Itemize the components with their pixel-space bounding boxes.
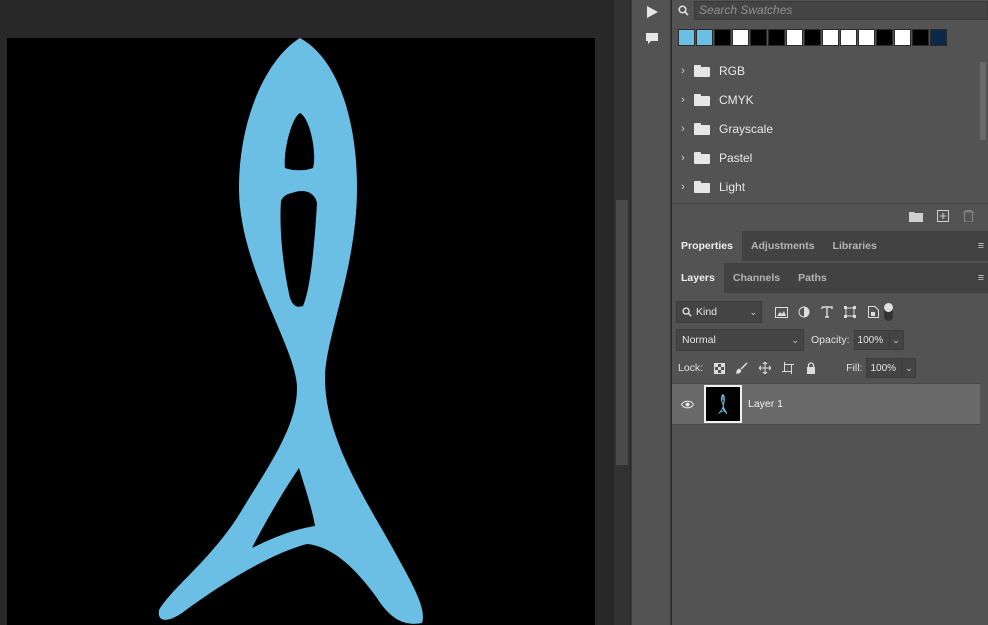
chevron-right-icon[interactable]: ›: [672, 152, 694, 164]
panel-menu-icon[interactable]: ≡: [974, 263, 988, 293]
new-swatch-icon[interactable]: [937, 209, 949, 227]
layer-row[interactable]: Layer 1: [672, 383, 980, 425]
lock-position-move-icon[interactable]: [758, 361, 772, 375]
search-swatches-input[interactable]: Search Swatches: [694, 0, 988, 20]
lock-label: Lock:: [678, 362, 704, 374]
swatch-color[interactable]: [894, 29, 911, 46]
filter-kind-dropdown[interactable]: Kind ⌄: [676, 301, 762, 323]
chevron-right-icon[interactable]: ›: [672, 65, 694, 77]
swatch-color[interactable]: [858, 29, 875, 46]
lock-fill-row: Lock: Fill: 100% ⌄: [672, 354, 988, 382]
blend-mode-label: Normal: [682, 334, 716, 346]
swatch-color[interactable]: [714, 29, 731, 46]
chevron-down-icon: ⌄: [791, 335, 799, 345]
swatch-group-label: Grayscale: [719, 121, 774, 136]
swatch-group-label: Pastel: [719, 150, 753, 165]
layers-tab-bar: Layers Channels Paths ≡: [672, 263, 988, 293]
swatch-color[interactable]: [732, 29, 749, 46]
shape-layer-filter-icon[interactable]: [843, 305, 857, 319]
adjustment-layer-filter-icon[interactable]: [797, 305, 811, 319]
chevron-right-icon[interactable]: ›: [672, 181, 694, 193]
panel-menu-icon[interactable]: ≡: [974, 231, 988, 261]
swatch-color[interactable]: [930, 29, 947, 46]
layer-name[interactable]: Layer 1: [748, 398, 783, 410]
opacity-slider-toggle[interactable]: ⌄: [889, 330, 904, 350]
fill-label: Fill:: [846, 362, 863, 374]
fill-slider-toggle[interactable]: ⌄: [902, 358, 917, 378]
blend-opacity-row: Normal ⌄ Opacity: 100% ⌄: [672, 326, 988, 354]
prevent-artboard-nesting-icon[interactable]: [781, 361, 795, 375]
smart-object-filter-icon[interactable]: [866, 305, 880, 319]
photoshop-window: Search Swatches › RGB › CMYK › Grayscale › Past…: [0, 0, 988, 625]
comment-icon[interactable]: [642, 28, 662, 48]
pixel-layer-filter-icon[interactable]: [774, 305, 788, 319]
swatch-groups-list: › RGB › CMYK › Grayscale › Pastel › Light: [672, 56, 980, 201]
eye-visibility-icon[interactable]: [672, 400, 702, 409]
filter-kind-label: Kind: [696, 306, 718, 318]
scrollbar-thumb[interactable]: [616, 200, 628, 465]
opacity-label: Opacity:: [811, 334, 850, 346]
play-actions-icon[interactable]: [642, 2, 662, 22]
swatch-color[interactable]: [696, 29, 713, 46]
search-icon: [672, 0, 694, 20]
lock-all-icon[interactable]: [804, 361, 818, 375]
swatch-group[interactable]: › Grayscale: [672, 114, 980, 143]
document-area: [0, 0, 614, 625]
swatch-group-label: RGB: [719, 63, 746, 78]
swatch-group[interactable]: › Pastel: [672, 143, 980, 172]
tab-paths[interactable]: Paths: [789, 263, 836, 293]
swatch-color[interactable]: [840, 29, 857, 46]
layer-thumbnail: [704, 385, 742, 423]
chevron-right-icon[interactable]: ›: [672, 123, 694, 135]
swatch-group-label: Light: [719, 179, 746, 194]
swatch-color[interactable]: [912, 29, 929, 46]
swatch-color[interactable]: [768, 29, 785, 46]
fill-input[interactable]: 100%: [866, 358, 903, 378]
swatch-group[interactable]: › RGB: [672, 56, 980, 85]
folder-icon: [694, 151, 710, 164]
tab-properties[interactable]: Properties: [672, 231, 742, 261]
swatches-scrollbar[interactable]: [980, 62, 986, 140]
swatch-color[interactable]: [876, 29, 893, 46]
swatch-group-label: CMYK: [719, 92, 754, 107]
properties-tab-bar: Properties Adjustments Libraries ≡: [672, 231, 988, 261]
right-panels: Search Swatches › RGB › CMYK › Grayscale › Past…: [672, 0, 988, 625]
folder-icon: [694, 64, 710, 77]
new-group-folder-icon[interactable]: [909, 209, 923, 227]
lock-transparent-pixels-icon[interactable]: [712, 361, 726, 375]
collapsed-panel-strip: [631, 0, 671, 625]
chevron-down-icon: ⌄: [749, 307, 757, 317]
search-icon: [682, 307, 692, 317]
recent-swatches: [678, 29, 947, 46]
fish-shape-artwork: [158, 38, 423, 624]
layer-filter-row: Kind ⌄: [672, 298, 988, 326]
swatch-color[interactable]: [678, 29, 695, 46]
blend-mode-dropdown[interactable]: Normal ⌄: [676, 329, 804, 351]
tab-layers[interactable]: Layers: [672, 263, 724, 293]
swatch-group[interactable]: › Light: [672, 172, 980, 201]
swatches-footer: [672, 203, 988, 231]
swatch-color[interactable]: [750, 29, 767, 46]
folder-icon: [694, 93, 710, 106]
opacity-input[interactable]: 100%: [853, 330, 890, 350]
folder-icon: [694, 122, 710, 135]
tab-adjustments[interactable]: Adjustments: [742, 231, 824, 261]
folder-icon: [694, 180, 710, 193]
type-layer-filter-icon[interactable]: [820, 305, 834, 319]
lock-image-pixels-brush-icon[interactable]: [735, 361, 749, 375]
swatch-color[interactable]: [804, 29, 821, 46]
swatch-color[interactable]: [822, 29, 839, 46]
canvas-vertical-scrollbar[interactable]: [614, 0, 630, 625]
swatch-group[interactable]: › CMYK: [672, 85, 980, 114]
tab-libraries[interactable]: Libraries: [824, 231, 886, 261]
swatch-color[interactable]: [786, 29, 803, 46]
tab-channels[interactable]: Channels: [724, 263, 789, 293]
filter-toggle-switch[interactable]: [884, 303, 893, 321]
canvas[interactable]: [7, 38, 595, 625]
swatches-search-bar: Search Swatches: [672, 0, 988, 20]
chevron-right-icon[interactable]: ›: [672, 94, 694, 106]
trash-icon[interactable]: [963, 209, 974, 227]
